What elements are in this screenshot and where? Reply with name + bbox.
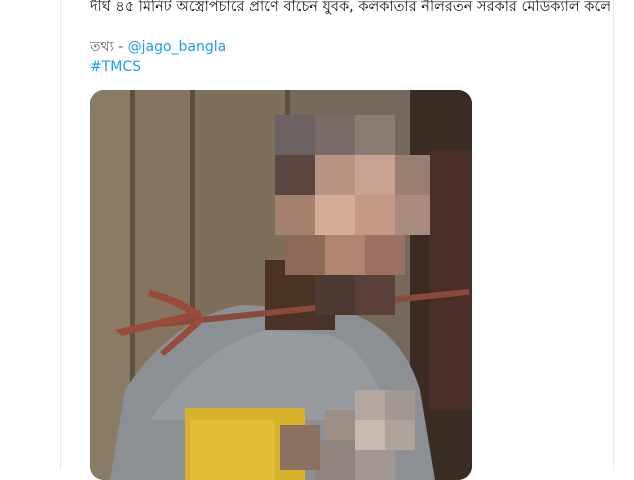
mention-link[interactable]: @jago_bangla [128,39,227,55]
source-line: তথ্য - @jago_bangla [90,36,226,58]
source-label: তথ্য - [90,39,128,55]
tweet-card[interactable]: দীর্ঘ ৪৫ মিনিট অস্ত্রোপচারে প্রাণে বাঁচে… [60,0,614,480]
hashtag-link[interactable]: #TMCS [90,56,141,78]
photo-image [90,90,472,480]
tweet-text: দীর্ঘ ৪৫ মিনিট অস্ত্রোপচারে প্রাণে বাঁচে… [90,0,610,15]
tweet-photo[interactable] [90,90,472,480]
